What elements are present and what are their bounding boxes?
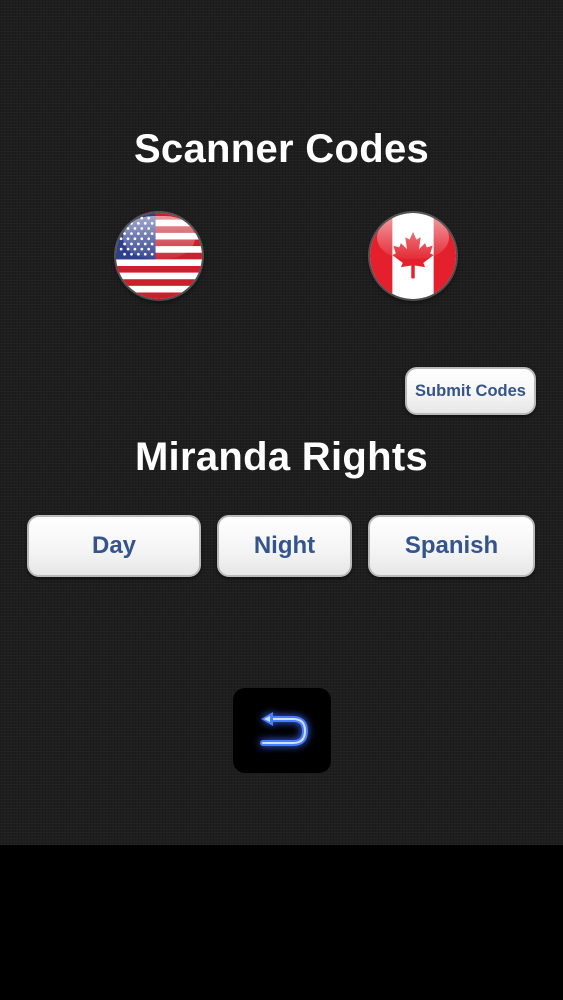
night-button[interactable]: Night xyxy=(217,515,352,577)
us-flag-icon xyxy=(116,213,202,299)
app-screen: Scanner Codes Submit Codes Miranda Right… xyxy=(0,0,563,845)
spanish-button[interactable]: Spanish xyxy=(368,515,535,577)
canada-flag-icon xyxy=(370,213,456,299)
back-arrow-icon xyxy=(260,711,308,746)
miranda-rights-title: Miranda Rights xyxy=(134,435,429,479)
submit-codes-button[interactable]: Submit Codes xyxy=(405,367,536,415)
back-button[interactable] xyxy=(233,688,331,773)
scanner-codes-title: Scanner Codes xyxy=(133,127,430,171)
us-flag-button[interactable] xyxy=(116,213,202,299)
canada-flag-button[interactable] xyxy=(370,213,456,299)
system-navigation-bar xyxy=(0,845,563,1000)
day-button[interactable]: Day xyxy=(27,515,201,577)
